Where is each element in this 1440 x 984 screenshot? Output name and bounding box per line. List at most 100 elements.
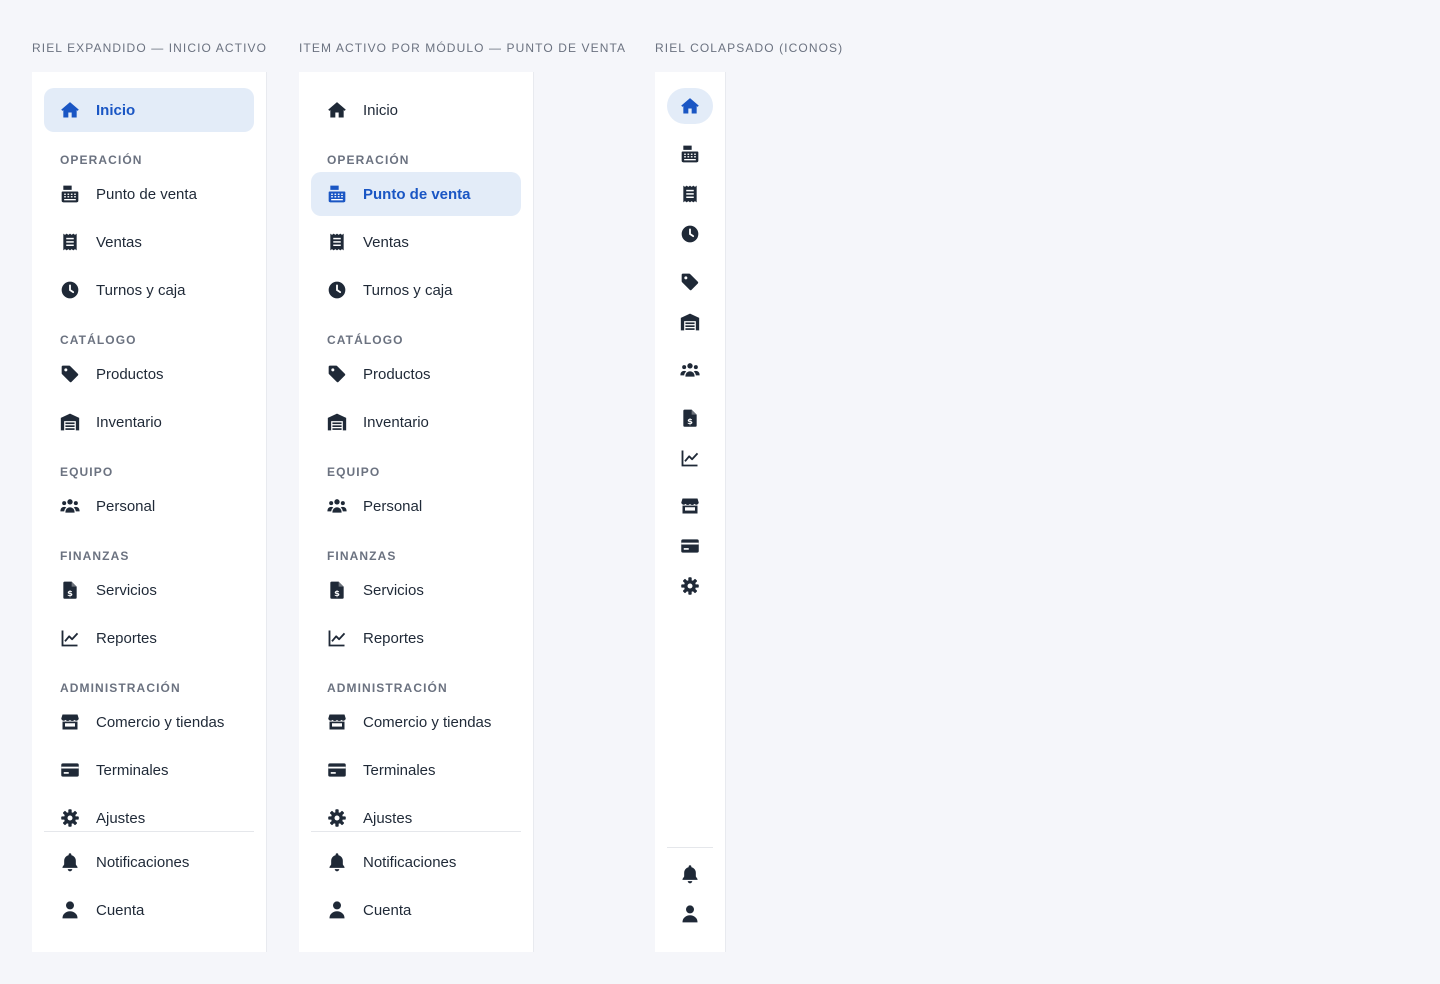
nav-item-turnos-y-caja[interactable]: Turnos y caja — [311, 268, 521, 312]
rail-button-inicio[interactable] — [667, 88, 713, 124]
nav-item-productos[interactable]: Productos — [311, 352, 521, 396]
tag-icon — [60, 364, 80, 384]
warehouse-icon — [327, 412, 347, 432]
nav-item-notificaciones[interactable]: Notificaciones — [311, 840, 521, 884]
nav-item-label: Servicios — [96, 581, 157, 599]
section-operacion: OPERACIÓN — [60, 153, 143, 167]
bell-icon — [680, 864, 700, 884]
nav-item-label: Reportes — [96, 629, 157, 647]
cash-register-icon — [327, 184, 347, 204]
nav-item-label: Punto de venta — [363, 185, 471, 203]
rail-button-servicios[interactable] — [667, 400, 713, 436]
chart-line-icon — [60, 628, 80, 648]
nav-item-terminales[interactable]: Terminales — [311, 748, 521, 792]
nav-item-ventas[interactable]: Ventas — [311, 220, 521, 264]
nav-item-ventas[interactable]: Ventas — [44, 220, 254, 264]
nav-item-label: Notificaciones — [96, 853, 190, 871]
nav-item-label: Cuenta — [363, 901, 412, 919]
nav-item-turnos-y-caja[interactable]: Turnos y caja — [44, 268, 254, 312]
clock-icon — [680, 224, 700, 244]
rail-button-notificaciones[interactable] — [667, 856, 713, 892]
bell-icon — [327, 852, 347, 872]
nav-item-personal[interactable]: Personal — [44, 484, 254, 528]
nav-item-inicio[interactable]: Inicio — [44, 88, 254, 132]
nav-item-label: Ventas — [96, 233, 142, 251]
caption-expanded: RIEL EXPANDIDO — INICIO ACTIVO — [32, 41, 268, 55]
rail-button-comercio-y-tiendas[interactable] — [667, 488, 713, 524]
rail-button-personal[interactable] — [667, 352, 713, 388]
store-icon — [327, 712, 347, 732]
nav-item-label: Inventario — [363, 413, 429, 431]
nav-item-label: Comercio y tiendas — [363, 713, 492, 731]
user-icon — [327, 900, 347, 920]
nav-item-label: Punto de venta — [96, 185, 197, 203]
cash-register-icon — [680, 144, 700, 164]
nav-item-comercio-y-tiendas[interactable]: Comercio y tiendas — [311, 700, 521, 744]
nav-item-ajustes[interactable]: Ajustes — [311, 796, 521, 840]
nav-item-label: Comercio y tiendas — [96, 713, 225, 731]
nav-item-punto-de-venta[interactable]: Punto de venta — [311, 172, 521, 216]
caption-collapsed: RIEL COLAPSADO (ICONOS) — [655, 41, 844, 55]
section-equipo: EQUIPO — [327, 465, 381, 479]
nav-item-label: Servicios — [363, 581, 424, 599]
credit-card-icon — [680, 536, 700, 556]
nav-item-reportes[interactable]: Reportes — [311, 616, 521, 660]
receipt-icon — [327, 232, 347, 252]
home-icon — [327, 100, 347, 120]
invoice-dollar-icon — [680, 408, 700, 428]
warehouse-icon — [60, 412, 80, 432]
users-icon — [60, 496, 80, 516]
home-icon — [60, 100, 80, 120]
warehouse-icon — [680, 312, 700, 332]
nav-item-label: Productos — [363, 365, 431, 383]
nav-item-cuenta[interactable]: Cuenta — [44, 888, 254, 932]
invoice-dollar-icon — [327, 580, 347, 600]
receipt-icon — [680, 184, 700, 204]
nav-item-servicios[interactable]: Servicios — [311, 568, 521, 612]
nav-item-inventario[interactable]: Inventario — [311, 400, 521, 444]
user-icon — [60, 900, 80, 920]
nav-item-reportes[interactable]: Reportes — [44, 616, 254, 660]
nav-item-cuenta[interactable]: Cuenta — [311, 888, 521, 932]
section-finanzas: FINANZAS — [60, 549, 130, 563]
store-icon — [60, 712, 80, 732]
nav-item-label: Terminales — [363, 761, 436, 779]
nav-item-servicios[interactable]: Servicios — [44, 568, 254, 612]
nav-item-label: Notificaciones — [363, 853, 457, 871]
clock-icon — [60, 280, 80, 300]
nav-item-inventario[interactable]: Inventario — [44, 400, 254, 444]
clock-icon — [327, 280, 347, 300]
collapsed-rail — [655, 72, 726, 952]
rail-button-ajustes[interactable] — [667, 568, 713, 604]
nav-item-comercio-y-tiendas[interactable]: Comercio y tiendas — [44, 700, 254, 744]
nav-item-label: Ajustes — [363, 809, 413, 827]
gear-icon — [680, 576, 700, 596]
nav-item-punto-de-venta[interactable]: Punto de venta — [44, 172, 254, 216]
nav-item-productos[interactable]: Productos — [44, 352, 254, 396]
rail-button-cuenta[interactable] — [667, 896, 713, 932]
section-catalogo: CATÁLOGO — [60, 333, 137, 347]
bell-icon — [60, 852, 80, 872]
rail-button-punto-de-venta[interactable] — [667, 136, 713, 172]
section-administracion: ADMINISTRACIÓN — [60, 681, 181, 695]
nav-item-personal[interactable]: Personal — [311, 484, 521, 528]
rail-button-reportes[interactable] — [667, 440, 713, 476]
users-icon — [327, 496, 347, 516]
rail-button-turnos-y-caja[interactable] — [667, 216, 713, 252]
rail-button-ventas[interactable] — [667, 176, 713, 212]
nav-item-notificaciones[interactable]: Notificaciones — [44, 840, 254, 884]
nav-item-ajustes[interactable]: Ajustes — [44, 796, 254, 840]
tag-icon — [680, 272, 700, 292]
nav-item-label: Productos — [96, 365, 164, 383]
rail-button-productos[interactable] — [667, 264, 713, 300]
cash-register-icon — [60, 184, 80, 204]
nav-item-inicio[interactable]: Inicio — [311, 88, 521, 132]
nav-item-label: Cuenta — [96, 901, 145, 919]
nav-item-terminales[interactable]: Terminales — [44, 748, 254, 792]
rail-button-terminales[interactable] — [667, 528, 713, 564]
nav-item-label: Ajustes — [96, 809, 146, 827]
home-icon — [680, 96, 700, 116]
nav-item-label: Inicio — [96, 101, 136, 119]
rail-button-inventario[interactable] — [667, 304, 713, 340]
nav-item-label: Turnos y caja — [363, 281, 453, 299]
